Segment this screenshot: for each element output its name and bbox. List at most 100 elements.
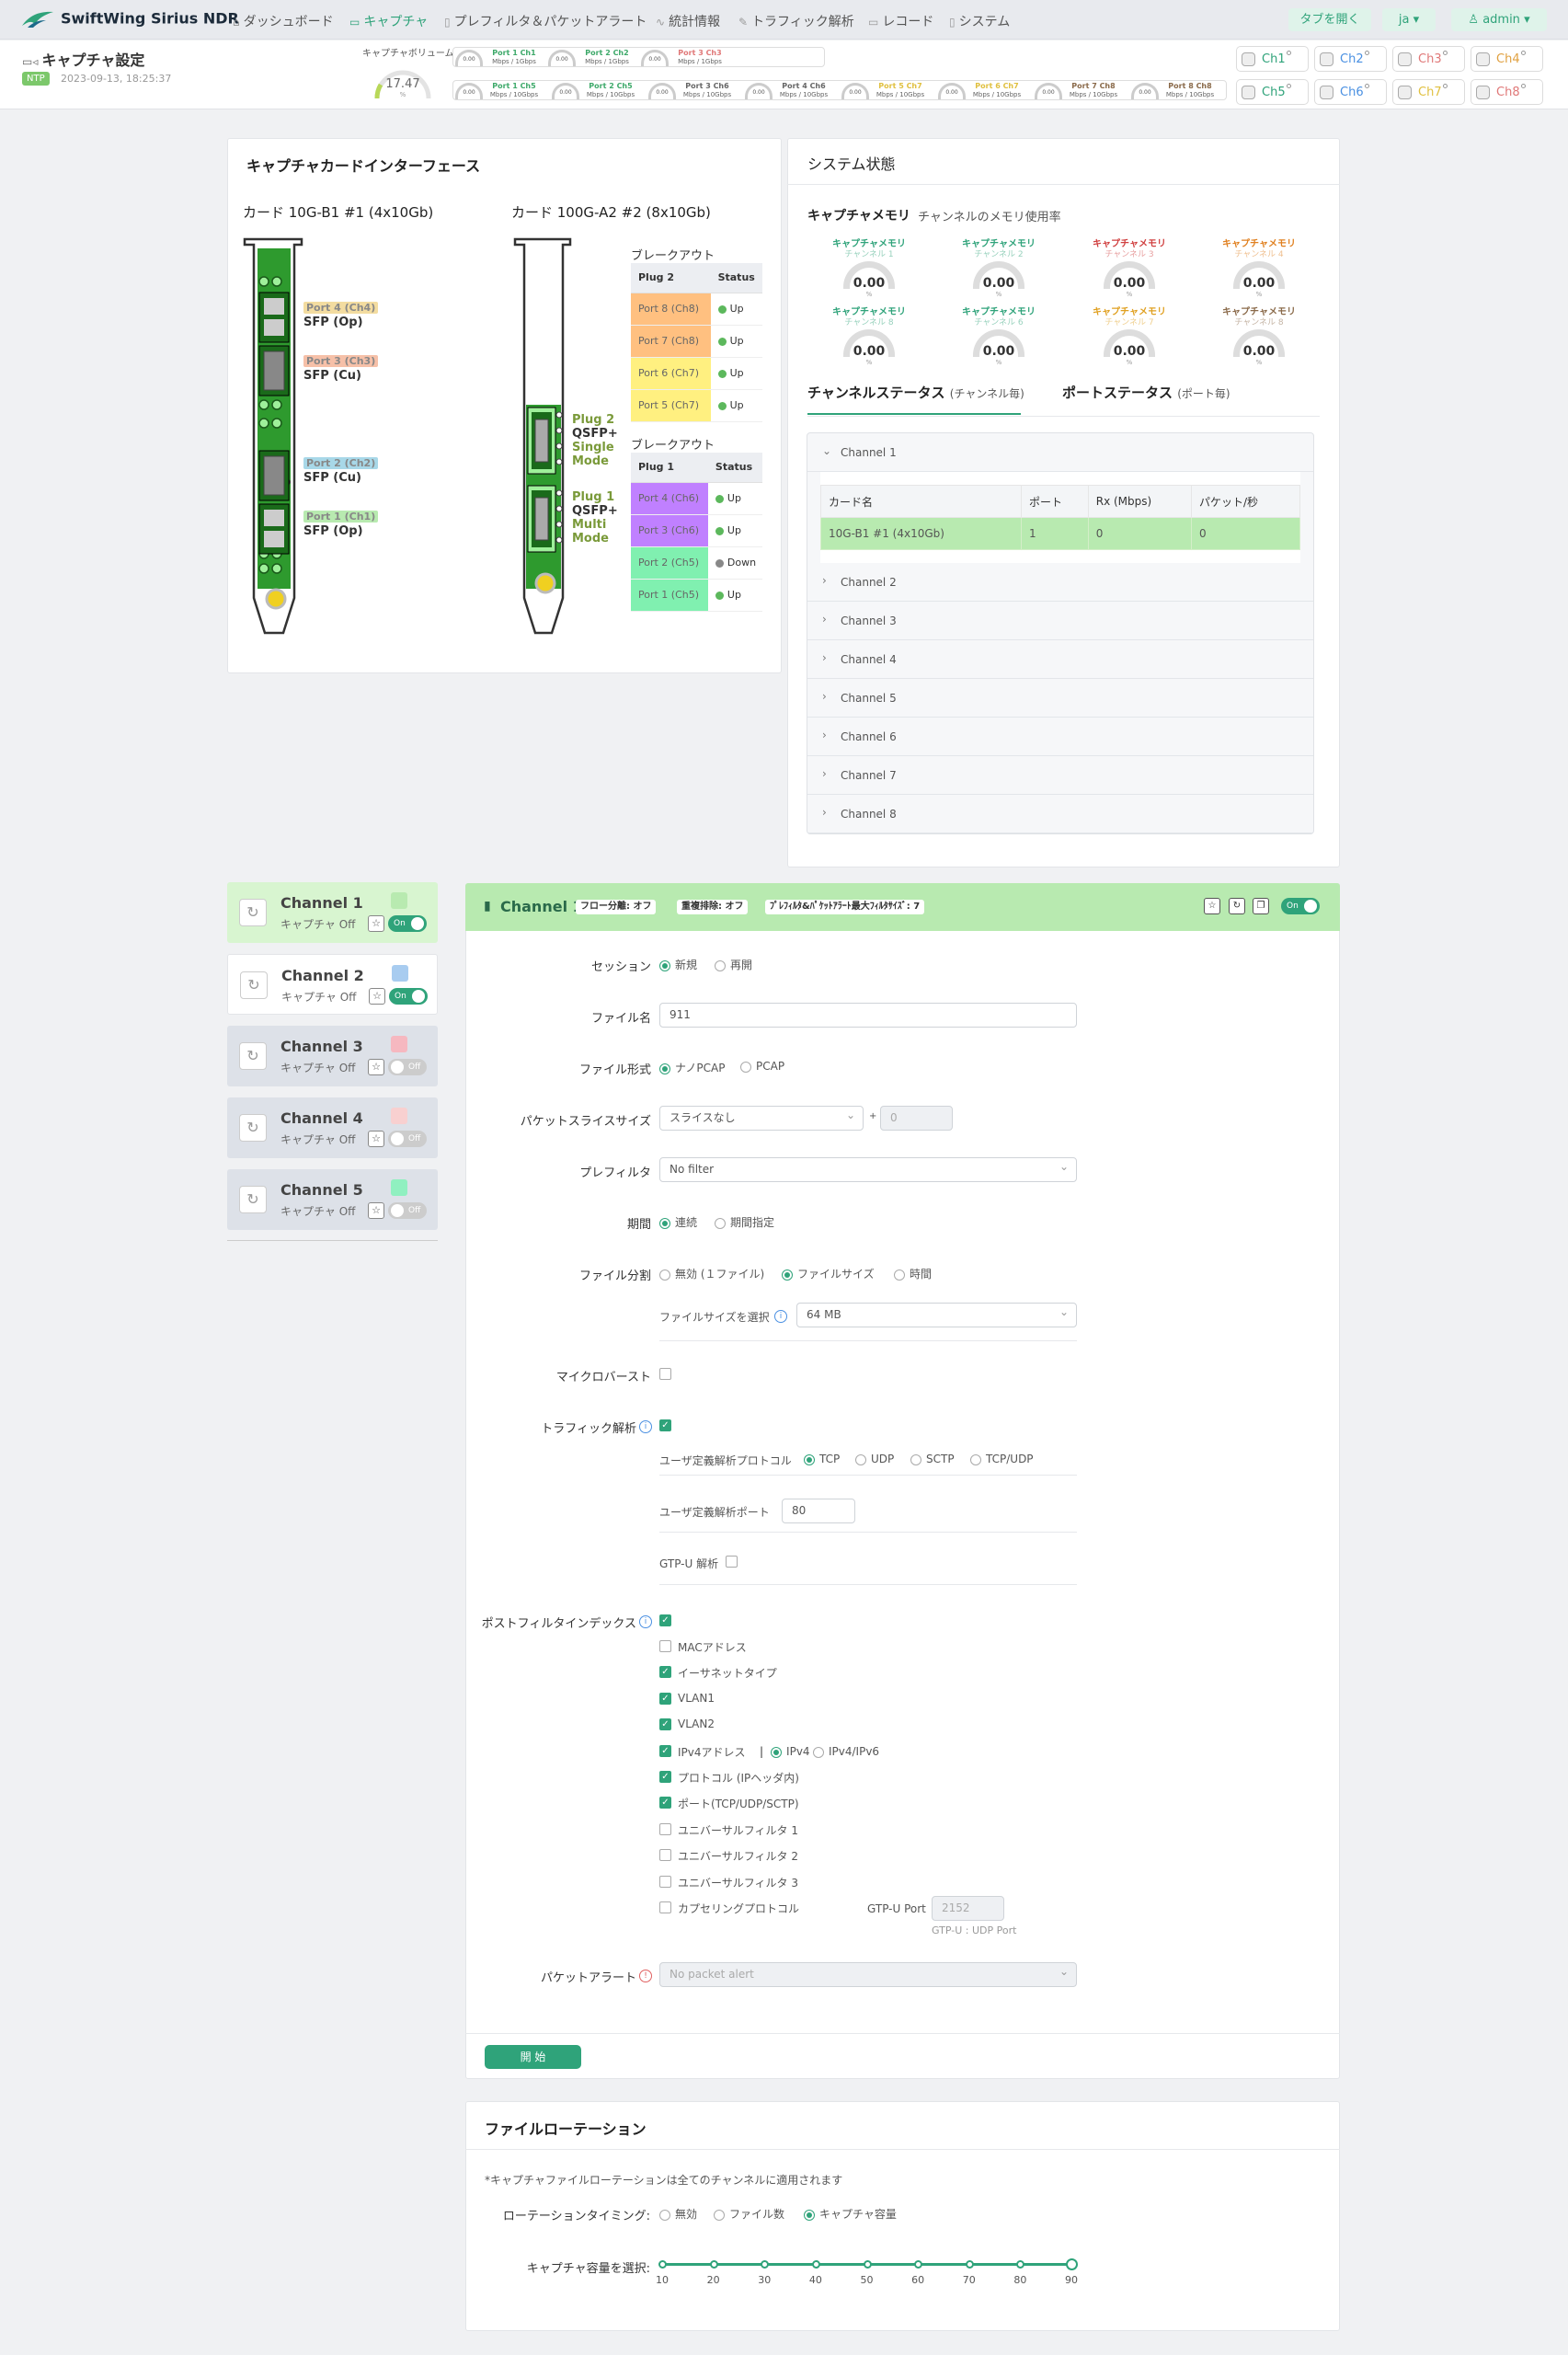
nav-capture[interactable]: ▭ キャプチャ (349, 12, 428, 30)
split-size-radio[interactable]: ファイルサイズ (782, 1266, 875, 1281)
postfilter-checkbox-10[interactable] (659, 1875, 671, 1888)
channel-1-header[interactable]: ⌄ Channel 1 (807, 433, 1313, 472)
postfilter-checkbox-5[interactable]: ✓ (659, 1744, 671, 1757)
timing-files-radio[interactable]: ファイル数 (714, 2206, 784, 2222)
channel-7-header[interactable]: › Channel 7 (807, 756, 1313, 795)
star-icon[interactable]: ☆ (1204, 898, 1220, 914)
channel-tab-4[interactable]: Ch4 (1471, 46, 1543, 72)
slider-mark[interactable] (658, 2260, 667, 2269)
channel-toggle[interactable]: Off (388, 1202, 427, 1219)
star-icon[interactable]: ☆ (368, 1059, 384, 1075)
channel-tab-1[interactable]: Ch1 (1236, 46, 1309, 72)
star-icon[interactable]: ☆ (369, 988, 385, 1005)
proto-udp-radio[interactable]: UDP (855, 1453, 894, 1465)
gtpu-port-input[interactable]: 2152 (932, 1896, 1004, 1921)
slider-mark[interactable] (811, 2260, 820, 2269)
proto-tcp-radio[interactable]: TCP (804, 1453, 840, 1465)
channel-tab-2[interactable]: Ch2 (1314, 46, 1387, 72)
channel-8-header[interactable]: › Channel 8 (807, 795, 1313, 833)
slice-number-input[interactable]: 0 (880, 1106, 953, 1131)
nav-system[interactable]: ▯ システム (949, 12, 1010, 30)
proto-tcpudp-radio[interactable]: TCP/UDP (970, 1453, 1034, 1465)
tab-channel-status[interactable]: チャンネルステータス (チャンネル毎) (807, 383, 1024, 402)
channel-toggle[interactable]: Off (388, 1131, 427, 1147)
postfilter-checkbox-3[interactable]: ✓ (659, 1692, 671, 1705)
channel-6-header[interactable]: › Channel 6 (807, 718, 1313, 756)
channel-3-header[interactable]: › Channel 3 (807, 602, 1313, 640)
ipv4-radio[interactable]: | IPv4 (760, 1745, 810, 1758)
port-input[interactable]: 80 (782, 1499, 855, 1523)
postfilter-checkbox-8[interactable] (659, 1822, 671, 1835)
info-icon[interactable]: i (639, 1420, 652, 1433)
split-time-radio[interactable]: 時間 (894, 1266, 932, 1281)
star-icon[interactable]: ☆ (368, 915, 384, 932)
postfilter-checkbox-11[interactable] (659, 1901, 671, 1913)
format-pcap-radio[interactable]: PCAP (740, 1060, 784, 1073)
postfilter-checkbox-7[interactable]: ✓ (659, 1797, 671, 1809)
app-logo[interactable]: SwiftWing Sirius NDR (20, 9, 239, 29)
postfilter-checkbox-4[interactable]: ✓ (659, 1718, 671, 1731)
packet-alert-select[interactable]: No packet alert (659, 1960, 1077, 1987)
info-icon[interactable]: i (774, 1310, 787, 1323)
postfilter-checkbox-9[interactable] (659, 1849, 671, 1862)
info-icon[interactable]: i (639, 1615, 652, 1628)
gtpu-checkbox[interactable] (726, 1556, 738, 1568)
session-new-radio[interactable]: 新規 (659, 957, 697, 972)
period-range-radio[interactable]: 期間指定 (715, 1214, 774, 1230)
channel-card-2[interactable]: ↻ Channel 2 キャプチャ Off ☆ On (227, 954, 438, 1015)
channel-card-3[interactable]: ↻ Channel 3 キャプチャ Off ☆ Off (227, 1026, 438, 1086)
channel-toggle[interactable]: On (389, 988, 428, 1005)
split-none-radio[interactable]: 無効 (１ファイル) (659, 1266, 764, 1281)
channel-tab-8[interactable]: Ch8 (1471, 79, 1543, 105)
slice-select[interactable]: スライスなし (659, 1104, 864, 1131)
timing-none-radio[interactable]: 無効 (659, 2206, 697, 2222)
channel-card-4[interactable]: ↻ Channel 4 キャプチャ Off ☆ Off (227, 1097, 438, 1158)
warning-icon[interactable]: ! (639, 1970, 652, 1982)
channel-toggle[interactable]: On (388, 915, 427, 932)
slider-mark[interactable] (1066, 2258, 1078, 2270)
postfilter-checkbox[interactable]: ✓ (659, 1614, 671, 1626)
channel-tab-6[interactable]: Ch6 (1314, 79, 1387, 105)
nav-dashboard[interactable]: ⌂ ダッシュボード (233, 12, 334, 30)
prefilter-select[interactable]: No filter (659, 1155, 1077, 1182)
channel-toggle[interactable]: On (1281, 898, 1320, 914)
slider-mark[interactable] (863, 2260, 872, 2269)
postfilter-checkbox-1[interactable] (659, 1640, 671, 1652)
open-tabs-button[interactable]: タブを開く (1288, 8, 1371, 31)
nav-stats[interactable]: ∿ 統計情報 (656, 12, 720, 30)
timing-capacity-radio[interactable]: キャプチャ容量 (804, 2206, 897, 2222)
start-button[interactable]: 開 始 (485, 2045, 581, 2069)
channel-tab-3[interactable]: Ch3 (1392, 46, 1465, 72)
microburst-checkbox[interactable] (659, 1368, 671, 1380)
channel-4-header[interactable]: › Channel 4 (807, 640, 1313, 679)
channel-card-5[interactable]: ↻ Channel 5 キャプチャ Off ☆ Off (227, 1169, 438, 1230)
format-nano-radio[interactable]: ナノPCAP (659, 1060, 725, 1075)
copy-icon[interactable]: ❐ (1253, 898, 1269, 914)
refresh-icon[interactable]: ↻ (1229, 898, 1245, 914)
user-menu[interactable]: ♙ admin ▾ (1451, 8, 1547, 31)
star-icon[interactable]: ☆ (368, 1131, 384, 1147)
nav-records[interactable]: ▭ レコード (868, 12, 933, 30)
channel-2-header[interactable]: › Channel 2 (807, 563, 1313, 602)
filesize-select[interactable]: 64 MB (796, 1301, 1077, 1327)
nav-prefilter[interactable]: ▯ プレフィルタ＆パケットアラート (444, 12, 647, 30)
channel-toggle[interactable]: Off (388, 1059, 427, 1075)
period-continuous-radio[interactable]: 連続 (659, 1214, 697, 1230)
postfilter-checkbox-6[interactable]: ✓ (659, 1771, 671, 1783)
tab-port-status[interactable]: ポートステータス (ポート毎) (1062, 383, 1230, 402)
slider-mark[interactable] (709, 2260, 718, 2269)
nav-traffic[interactable]: ✎ トラフィック解析 (738, 12, 854, 30)
slider-mark[interactable] (965, 2260, 974, 2269)
channel-tab-7[interactable]: Ch7 (1392, 79, 1465, 105)
session-resume-radio[interactable]: 再開 (715, 957, 752, 972)
postfilter-checkbox-2[interactable]: ✓ (659, 1666, 671, 1679)
channel-tab-5[interactable]: Ch5 (1236, 79, 1309, 105)
filename-input[interactable]: 911 (659, 1003, 1077, 1028)
star-icon[interactable]: ☆ (368, 1202, 384, 1219)
language-select[interactable]: ja ▾ (1382, 8, 1436, 31)
channel-card-1[interactable]: ↻ Channel 1 キャプチャ Off ☆ On (227, 882, 438, 943)
channel-5-header[interactable]: › Channel 5 (807, 679, 1313, 718)
traffic-analysis-checkbox[interactable]: ✓ (659, 1419, 671, 1431)
proto-sctp-radio[interactable]: SCTP (910, 1453, 955, 1465)
ipv4v6-radio[interactable]: IPv4/IPv6 (813, 1745, 879, 1758)
